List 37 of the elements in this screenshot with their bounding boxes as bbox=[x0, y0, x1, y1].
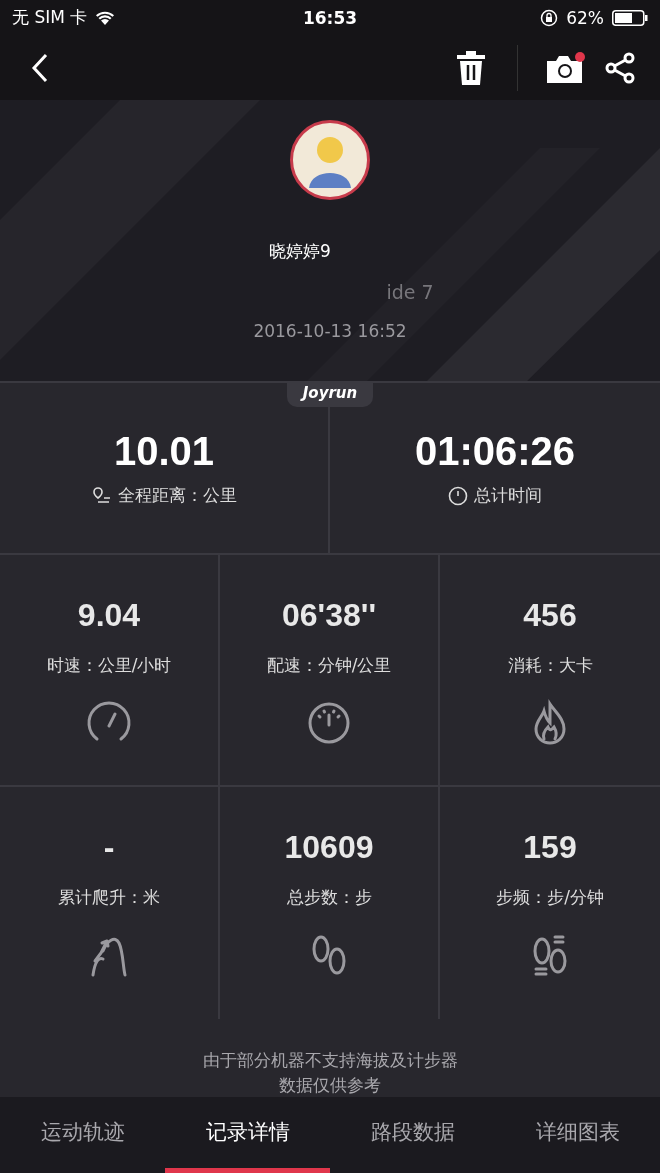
carrier-label: 无 SIM 卡 bbox=[12, 6, 88, 30]
metric-label: 累计爬升：米 bbox=[58, 885, 160, 909]
metric-value: - bbox=[103, 828, 115, 866]
metric-value: 06'38'' bbox=[282, 596, 376, 634]
tab[interactable]: 路段数据 bbox=[330, 1096, 495, 1173]
summary-label: 总计时间 bbox=[474, 484, 542, 508]
battery-percent: 62% bbox=[566, 7, 604, 28]
route-icon bbox=[91, 485, 112, 506]
metric-label: 步频：步/分钟 bbox=[496, 885, 604, 909]
user-name: 晓婷婷9 bbox=[269, 239, 331, 263]
trash-icon bbox=[457, 50, 485, 85]
battery-icon bbox=[612, 9, 648, 26]
clock-time: 16:53 bbox=[302, 7, 358, 28]
record-date: 2016-10-13 16:52 bbox=[253, 320, 407, 341]
summary-value: 10.01 bbox=[113, 429, 215, 475]
metric-value: 456 bbox=[523, 596, 577, 634]
metric-value: 159 bbox=[523, 828, 577, 866]
device-name: ide 7 bbox=[386, 280, 434, 303]
note-text: 由于部分机器不支持海拔及计步器 bbox=[202, 1048, 458, 1072]
timer-icon bbox=[448, 485, 468, 506]
metric-label: 配速：分钟/公里 bbox=[266, 653, 392, 677]
note-text: 数据仅供参考 bbox=[279, 1073, 381, 1097]
tab[interactable]: 详细图表 bbox=[495, 1096, 660, 1173]
summary-label: 全程距离：公里 bbox=[117, 484, 237, 508]
metric-label: 总步数：步 bbox=[286, 885, 372, 909]
summary-value: 01:06:26 bbox=[414, 429, 576, 475]
metric-label: 消耗：大卡 bbox=[507, 653, 593, 677]
metric-value: 10609 bbox=[284, 828, 374, 866]
metric-label: 时速：公里/小时 bbox=[46, 653, 172, 677]
tab[interactable]: 记录详情 bbox=[165, 1096, 330, 1173]
tab[interactable]: 运动轨迹 bbox=[0, 1096, 165, 1173]
back-icon bbox=[30, 51, 50, 84]
metric-value: 9.04 bbox=[77, 596, 141, 634]
share-icon bbox=[604, 51, 636, 84]
wifi-icon bbox=[95, 10, 116, 26]
camera-icon bbox=[546, 51, 586, 84]
rotation-lock-icon bbox=[540, 8, 559, 27]
